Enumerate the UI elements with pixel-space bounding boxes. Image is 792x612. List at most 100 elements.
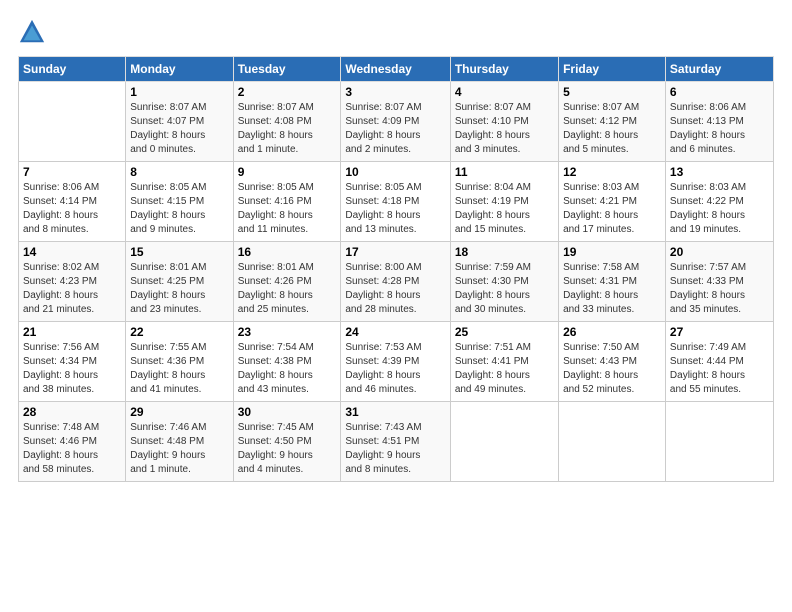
day-info: Sunrise: 7:48 AM Sunset: 4:46 PM Dayligh…: [23, 421, 121, 477]
day-cell: [19, 82, 126, 162]
day-info: Sunrise: 7:59 AM Sunset: 4:30 PM Dayligh…: [455, 261, 554, 317]
day-cell: 30 Sunrise: 7:45 AM Sunset: 4:50 PM Dayli…: [233, 402, 341, 482]
day-number: 22: [130, 325, 228, 339]
day-number: 4: [455, 85, 554, 99]
day-cell: 10 Sunrise: 8:05 AM Sunset: 4:18 PM Dayli…: [341, 162, 450, 242]
col-header-friday: Friday: [559, 57, 666, 82]
day-cell: 19 Sunrise: 7:58 AM Sunset: 4:31 PM Dayli…: [559, 242, 666, 322]
day-number: 9: [238, 165, 337, 179]
day-info: Sunrise: 7:56 AM Sunset: 4:34 PM Dayligh…: [23, 341, 121, 397]
day-cell: 24Sunrise: 7:53 AM Sunset: 4:39 PM Dayli…: [341, 322, 450, 402]
day-cell: 15 Sunrise: 8:01 AM Sunset: 4:25 PM Dayli…: [126, 242, 233, 322]
day-number: 25: [455, 325, 554, 339]
day-number: 29: [130, 405, 228, 419]
day-number: 13: [670, 165, 769, 179]
day-info: Sunrise: 7:50 AM Sunset: 4:43 PM Dayligh…: [563, 341, 661, 397]
day-info: Sunrise: 8:07 AM Sunset: 4:12 PM Dayligh…: [563, 101, 661, 157]
day-cell: 20 Sunrise: 7:57 AM Sunset: 4:33 PM Dayli…: [665, 242, 773, 322]
page-header: [18, 18, 774, 46]
day-number: 12: [563, 165, 661, 179]
day-number: 30: [238, 405, 337, 419]
day-number: 26: [563, 325, 661, 339]
day-cell: 7 Sunrise: 8:06 AM Sunset: 4:14 PM Daylig…: [19, 162, 126, 242]
col-header-sunday: Sunday: [19, 57, 126, 82]
day-info: Sunrise: 8:05 AM Sunset: 4:15 PM Dayligh…: [130, 181, 228, 237]
day-number: 15: [130, 245, 228, 259]
page-container: SundayMondayTuesdayWednesdayThursdayFrid…: [0, 0, 792, 492]
day-cell: 31 Sunrise: 7:43 AM Sunset: 4:51 PM Dayli…: [341, 402, 450, 482]
day-info: Sunrise: 7:58 AM Sunset: 4:31 PM Dayligh…: [563, 261, 661, 317]
day-cell: 28 Sunrise: 7:48 AM Sunset: 4:46 PM Dayli…: [19, 402, 126, 482]
day-info: Sunrise: 8:01 AM Sunset: 4:25 PM Dayligh…: [130, 261, 228, 317]
day-cell: 12 Sunrise: 8:03 AM Sunset: 4:21 PM Dayli…: [559, 162, 666, 242]
day-number: 14: [23, 245, 121, 259]
day-cell: 25Sunrise: 7:51 AM Sunset: 4:41 PM Dayli…: [450, 322, 558, 402]
day-cell: 11Sunrise: 8:04 AM Sunset: 4:19 PM Dayli…: [450, 162, 558, 242]
day-info: Sunrise: 7:45 AM Sunset: 4:50 PM Dayligh…: [238, 421, 337, 477]
day-info: Sunrise: 8:06 AM Sunset: 4:13 PM Dayligh…: [670, 101, 769, 157]
day-cell: [559, 402, 666, 482]
day-number: 10: [345, 165, 445, 179]
week-row-1: 1Sunrise: 8:07 AM Sunset: 4:07 PM Daylig…: [19, 82, 774, 162]
day-info: Sunrise: 7:49 AM Sunset: 4:44 PM Dayligh…: [670, 341, 769, 397]
day-cell: 1Sunrise: 8:07 AM Sunset: 4:07 PM Daylig…: [126, 82, 233, 162]
day-info: Sunrise: 7:57 AM Sunset: 4:33 PM Dayligh…: [670, 261, 769, 317]
week-row-5: 28 Sunrise: 7:48 AM Sunset: 4:46 PM Dayli…: [19, 402, 774, 482]
day-info: Sunrise: 8:07 AM Sunset: 4:08 PM Dayligh…: [238, 101, 337, 157]
day-number: 31: [345, 405, 445, 419]
day-cell: 21 Sunrise: 7:56 AM Sunset: 4:34 PM Dayli…: [19, 322, 126, 402]
day-cell: 3 Sunrise: 8:07 AM Sunset: 4:09 PM Daylig…: [341, 82, 450, 162]
day-info: Sunrise: 7:54 AM Sunset: 4:38 PM Dayligh…: [238, 341, 337, 397]
day-info: Sunrise: 8:06 AM Sunset: 4:14 PM Dayligh…: [23, 181, 121, 237]
day-cell: [450, 402, 558, 482]
day-info: Sunrise: 8:05 AM Sunset: 4:18 PM Dayligh…: [345, 181, 445, 237]
day-number: 28: [23, 405, 121, 419]
day-number: 16: [238, 245, 337, 259]
week-row-2: 7 Sunrise: 8:06 AM Sunset: 4:14 PM Daylig…: [19, 162, 774, 242]
day-cell: 23 Sunrise: 7:54 AM Sunset: 4:38 PM Dayli…: [233, 322, 341, 402]
logo-icon: [18, 18, 46, 46]
day-info: Sunrise: 8:01 AM Sunset: 4:26 PM Dayligh…: [238, 261, 337, 317]
col-header-thursday: Thursday: [450, 57, 558, 82]
week-row-4: 21 Sunrise: 7:56 AM Sunset: 4:34 PM Dayli…: [19, 322, 774, 402]
calendar-header-row: SundayMondayTuesdayWednesdayThursdayFrid…: [19, 57, 774, 82]
day-info: Sunrise: 8:05 AM Sunset: 4:16 PM Dayligh…: [238, 181, 337, 237]
day-cell: 4 Sunrise: 8:07 AM Sunset: 4:10 PM Daylig…: [450, 82, 558, 162]
day-number: 6: [670, 85, 769, 99]
day-number: 23: [238, 325, 337, 339]
day-info: Sunrise: 8:07 AM Sunset: 4:07 PM Dayligh…: [130, 101, 228, 157]
logo: [18, 18, 50, 46]
day-cell: 14 Sunrise: 8:02 AM Sunset: 4:23 PM Dayli…: [19, 242, 126, 322]
day-number: 7: [23, 165, 121, 179]
day-info: Sunrise: 8:04 AM Sunset: 4:19 PM Dayligh…: [455, 181, 554, 237]
day-cell: 5 Sunrise: 8:07 AM Sunset: 4:12 PM Daylig…: [559, 82, 666, 162]
day-info: Sunrise: 8:07 AM Sunset: 4:09 PM Dayligh…: [345, 101, 445, 157]
day-info: Sunrise: 8:02 AM Sunset: 4:23 PM Dayligh…: [23, 261, 121, 317]
day-info: Sunrise: 8:03 AM Sunset: 4:21 PM Dayligh…: [563, 181, 661, 237]
day-info: Sunrise: 8:07 AM Sunset: 4:10 PM Dayligh…: [455, 101, 554, 157]
day-info: Sunrise: 7:46 AM Sunset: 4:48 PM Dayligh…: [130, 421, 228, 477]
day-number: 8: [130, 165, 228, 179]
day-info: Sunrise: 7:55 AM Sunset: 4:36 PM Dayligh…: [130, 341, 228, 397]
day-number: 5: [563, 85, 661, 99]
day-cell: 29 Sunrise: 7:46 AM Sunset: 4:48 PM Dayli…: [126, 402, 233, 482]
day-cell: 2 Sunrise: 8:07 AM Sunset: 4:08 PM Daylig…: [233, 82, 341, 162]
day-cell: 26 Sunrise: 7:50 AM Sunset: 4:43 PM Dayli…: [559, 322, 666, 402]
day-number: 19: [563, 245, 661, 259]
day-number: 20: [670, 245, 769, 259]
day-cell: 13Sunrise: 8:03 AM Sunset: 4:22 PM Dayli…: [665, 162, 773, 242]
day-cell: 16 Sunrise: 8:01 AM Sunset: 4:26 PM Dayli…: [233, 242, 341, 322]
day-number: 17: [345, 245, 445, 259]
day-info: Sunrise: 8:00 AM Sunset: 4:28 PM Dayligh…: [345, 261, 445, 317]
day-number: 21: [23, 325, 121, 339]
week-row-3: 14 Sunrise: 8:02 AM Sunset: 4:23 PM Dayli…: [19, 242, 774, 322]
day-cell: [665, 402, 773, 482]
day-info: Sunrise: 7:43 AM Sunset: 4:51 PM Dayligh…: [345, 421, 445, 477]
day-cell: 8 Sunrise: 8:05 AM Sunset: 4:15 PM Daylig…: [126, 162, 233, 242]
day-number: 24: [345, 325, 445, 339]
day-cell: 6 Sunrise: 8:06 AM Sunset: 4:13 PM Daylig…: [665, 82, 773, 162]
day-cell: 22 Sunrise: 7:55 AM Sunset: 4:36 PM Dayli…: [126, 322, 233, 402]
day-number: 2: [238, 85, 337, 99]
col-header-saturday: Saturday: [665, 57, 773, 82]
day-number: 3: [345, 85, 445, 99]
